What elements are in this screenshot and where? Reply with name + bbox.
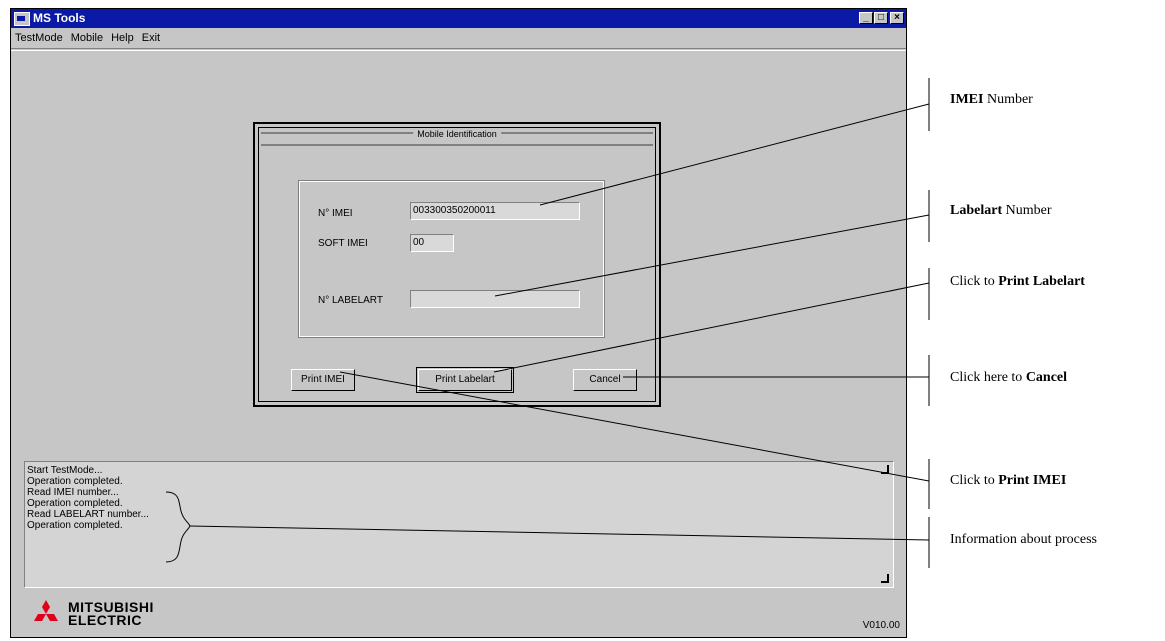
annotation-cancel: Click here to Cancel bbox=[950, 370, 1067, 386]
annotation-print-labelart-pre: Click to bbox=[950, 274, 995, 289]
annotation-print-labelart-bold: Print Labelart bbox=[998, 274, 1085, 289]
annotation-cancel-pre: Click here to bbox=[950, 370, 1023, 385]
annotation-labelart-rest: Number bbox=[1005, 203, 1052, 218]
annotation-imei-bold: IMEI bbox=[950, 92, 984, 107]
annotation-print-imei: Click to Print IMEI bbox=[950, 473, 1066, 489]
annotation-labelart-bold: Labelart bbox=[950, 203, 1003, 218]
annotation-labelart: Labelart Number bbox=[950, 203, 1052, 219]
annotation-cancel-bold: Cancel bbox=[1025, 370, 1068, 385]
annotation-imei-rest: Number bbox=[986, 92, 1033, 107]
annotation-print-imei-pre: Click to bbox=[950, 473, 995, 488]
annotation-process-text: Information about process bbox=[950, 532, 1097, 547]
annotation-print-labelart: Click to Print Labelart bbox=[950, 274, 1085, 290]
annotation-print-imei-bold: Print IMEI bbox=[998, 473, 1067, 488]
annotation-process: Information about process bbox=[950, 532, 1097, 548]
annotation-imei: IMEI Number bbox=[950, 92, 1033, 108]
